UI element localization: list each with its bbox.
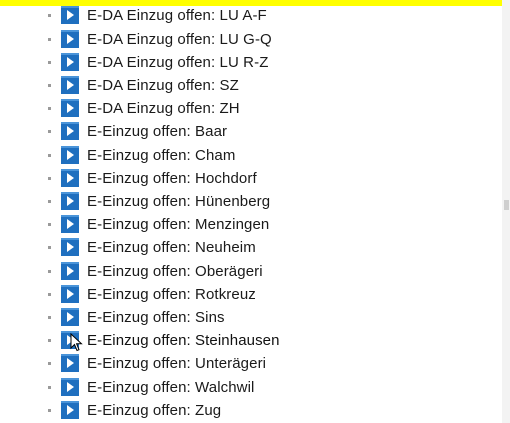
tree-item-label: E-Einzug offen: Rotkreuz [87, 286, 256, 303]
play-report-icon [61, 262, 79, 280]
tree-item[interactable]: E-Einzug offen: Walchwil [0, 376, 500, 399]
tree-view-window: E-DA Einzug offen: LU A-F E-DA Einzug of… [0, 0, 510, 423]
tree-item[interactable]: E-Einzug offen: Cham [0, 144, 500, 167]
play-report-icon [61, 378, 79, 396]
tree-connector [48, 386, 51, 389]
tree-connector [48, 409, 51, 412]
play-report-icon [61, 30, 79, 48]
play-report-icon [61, 215, 79, 233]
play-report-icon [61, 192, 79, 210]
tree-item[interactable]: E-DA Einzug offen: LU R-Z [0, 51, 500, 74]
tree-item-label: E-Einzug offen: Hünenberg [87, 193, 271, 210]
play-report-icon [61, 285, 79, 303]
tree-item-label: E-DA Einzug offen: ZH [87, 100, 240, 117]
tree-item[interactable]: E-Einzug offen: Menzingen [0, 213, 500, 236]
tree-item[interactable]: E-Einzug offen: Hünenberg [0, 190, 500, 213]
tree-connector [48, 316, 51, 319]
tree-item[interactable]: E-Einzug offen: Rotkreuz [0, 283, 500, 306]
tree-item[interactable]: E-Einzug offen: Hochdorf [0, 167, 500, 190]
scrollbar-thumb[interactable] [504, 200, 509, 210]
report-tree: E-DA Einzug offen: LU A-F E-DA Einzug of… [0, 0, 502, 423]
play-report-icon [61, 122, 79, 140]
tree-connector [48, 223, 51, 226]
tree-connector [48, 14, 51, 17]
tree-connector [48, 38, 51, 41]
tree-item[interactable]: E-Einzug offen: Zug [0, 399, 500, 422]
tree-connector [48, 154, 51, 157]
tree-connector [48, 177, 51, 180]
tree-item[interactable]: E-DA Einzug offen: LU G-Q [0, 28, 500, 51]
tree-connector [48, 84, 51, 87]
play-report-icon [61, 6, 79, 24]
tree-item-label: E-Einzug offen: Cham [87, 147, 236, 164]
tree-item-label: E-Einzug offen: Menzingen [87, 216, 270, 233]
tree-item-label: E-Einzug offen: Steinhausen [87, 332, 280, 349]
play-report-icon [61, 146, 79, 164]
tree-item-label: E-Einzug offen: Zug [87, 402, 222, 419]
play-report-icon [61, 169, 79, 187]
play-report-icon [61, 401, 79, 419]
play-report-icon [61, 238, 79, 256]
tree-item[interactable]: E-Einzug offen: Sins [0, 306, 500, 329]
tree-item-label: E-Einzug offen: Hochdorf [87, 170, 257, 187]
tree-connector [48, 61, 51, 64]
tree-item-label: E-Einzug offen: Unterägeri [87, 355, 267, 372]
play-report-icon [61, 53, 79, 71]
tree-item[interactable]: E-Einzug offen: Unterägeri [0, 352, 500, 375]
tree-item-label: E-Einzug offen: Sins [87, 309, 225, 326]
vertical-scrollbar[interactable] [502, 0, 510, 423]
tree-connector [48, 339, 51, 342]
tree-item-label: E-DA Einzug offen: LU A-F [87, 7, 267, 24]
play-report-icon [61, 99, 79, 117]
play-report-icon [61, 308, 79, 326]
tree-item[interactable]: E-DA Einzug offen: LU A-F [0, 4, 500, 27]
tree-connector [48, 362, 51, 365]
play-report-icon [61, 76, 79, 94]
tree-connector [48, 270, 51, 273]
tree-item[interactable]: E-Einzug offen: Baar [0, 120, 500, 143]
tree-item-label: E-Einzug offen: Baar [87, 123, 228, 140]
tree-item[interactable]: E-DA Einzug offen: ZH [0, 97, 500, 120]
tree-item-label: E-DA Einzug offen: LU R-Z [87, 54, 269, 71]
tree-connector [48, 200, 51, 203]
tree-item-label: E-DA Einzug offen: SZ [87, 77, 239, 94]
tree-item[interactable]: E-Einzug offen: Neuheim [0, 236, 500, 259]
play-report-icon [61, 354, 79, 372]
tree-item-label: E-Einzug offen: Walchwil [87, 379, 255, 396]
tree-item[interactable]: E-Einzug offen: Steinhausen [0, 329, 500, 352]
tree-item-label: E-DA Einzug offen: LU G-Q [87, 31, 272, 48]
tree-item-label: E-Einzug offen: Neuheim [87, 239, 256, 256]
tree-connector [48, 293, 51, 296]
tree-item[interactable]: E-DA Einzug offen: SZ [0, 74, 500, 97]
tree-connector [48, 246, 51, 249]
tree-item[interactable]: E-Einzug offen: Oberägeri [0, 260, 500, 283]
tree-item-label: E-Einzug offen: Oberägeri [87, 263, 263, 280]
tree-connector [48, 107, 51, 110]
play-report-icon [61, 331, 79, 349]
tree-connector [48, 130, 51, 133]
